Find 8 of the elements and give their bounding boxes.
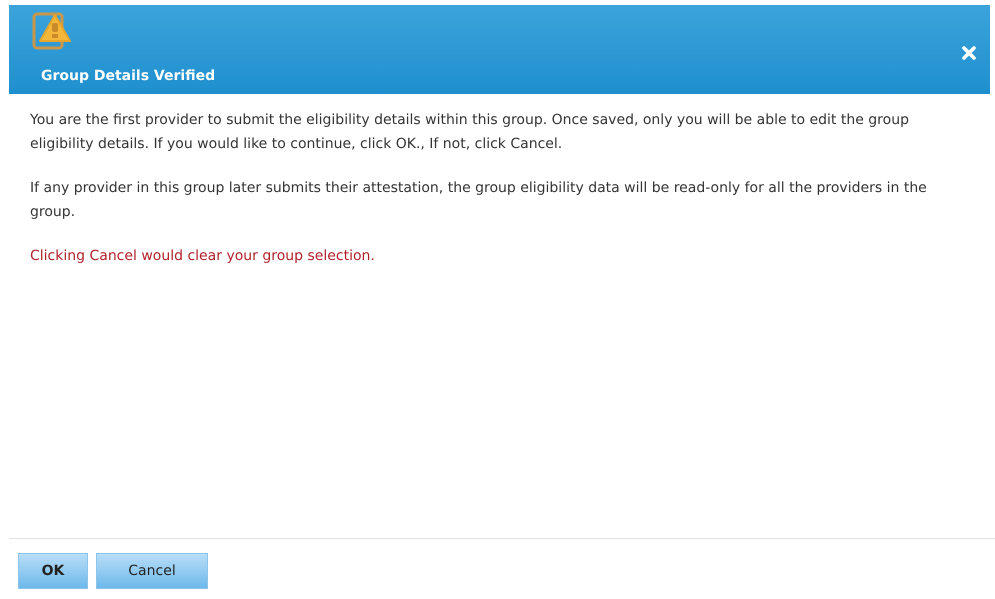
warning-text: Clicking Cancel would clear your group selection.: [30, 247, 376, 266]
dialog-title: Group Details Verified: [41, 68, 216, 84]
message-text: If any provider in this group later submits their attestation, the group eligibility data will be read-only for all the providers in the group.: [30, 179, 928, 222]
ok-button[interactable]: OK: [18, 553, 88, 589]
cancel-button[interactable]: Cancel: [96, 553, 208, 589]
close-icon[interactable]: [962, 46, 976, 60]
message-text: You are the first provider to submit the eligibility details within this group. Once saved, only you will be able to edit the group eligibility details. If you would like to continue, click OK., If not, click Cancel.: [30, 111, 910, 154]
warning-document-icon: [31, 11, 73, 51]
